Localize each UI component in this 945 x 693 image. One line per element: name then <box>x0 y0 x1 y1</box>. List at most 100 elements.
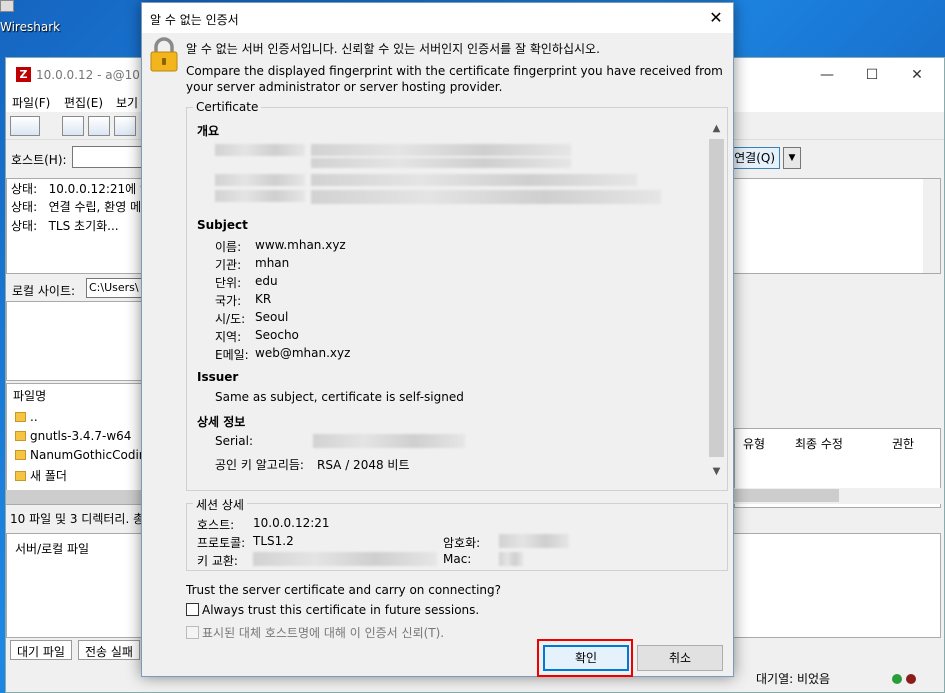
session-protocol-label: 프로토콜: <box>197 536 246 550</box>
trust-alt-host-checkbox <box>186 626 199 639</box>
close-icon[interactable]: ✕ <box>705 7 727 29</box>
toggle-local-tree-button[interactable] <box>88 116 110 136</box>
log-line: 상태: TLS 초기화... <box>11 219 119 233</box>
issuer-title: Issuer <box>197 370 239 384</box>
subject-org-value: mhan <box>255 256 290 270</box>
certificate-group: Certificate 개요 Subject 이름: www.mhan.xyz … <box>186 100 728 491</box>
minimize-icon[interactable]: — <box>818 66 836 84</box>
close-window-icon[interactable]: ✕ <box>908 66 926 84</box>
connection-led-icon <box>892 674 902 684</box>
redacted-cipher <box>499 534 569 548</box>
local-site-bar: 로컬 사이트: C:\Users\ <box>6 278 146 300</box>
toggle-log-button[interactable] <box>62 116 84 136</box>
site-manager-button[interactable] <box>10 116 40 136</box>
tab-queued-files[interactable]: 대기 파일 <box>10 640 72 660</box>
local-file-list: 파일명 .. gnutls-3.4.7-w64 NanumGothicCodin… <box>6 383 154 505</box>
certificate-legend: Certificate <box>193 100 262 114</box>
menu-edit[interactable]: 편집(E) <box>64 94 103 111</box>
trust-alt-host-label: 표시된 대체 호스트명에 대해 이 인증서 신뢰(T). <box>202 626 445 640</box>
list-item[interactable]: NanumGothicCoding <box>15 448 154 462</box>
public-key-label: 공인 키 알고리듬: <box>215 458 304 472</box>
modified-column-header[interactable]: 최종 수정 <box>795 435 843 452</box>
wireshark-desktop-icon[interactable] <box>0 0 14 12</box>
tab-failed-transfers[interactable]: 전송 실패 <box>78 640 140 660</box>
subject-unit-label: 단위: <box>215 276 242 290</box>
session-kex-label: 키 교환: <box>197 554 238 568</box>
redacted-text <box>311 190 661 204</box>
list-item[interactable]: .. <box>15 410 38 424</box>
log-line: 상태: 10.0.0.12:21에 연 <box>11 182 152 196</box>
quickconnect-button[interactable]: 연결(Q) <box>728 147 780 169</box>
menu-view[interactable]: 보기 <box>116 94 138 111</box>
menu-file[interactable]: 파일(F) <box>12 94 50 111</box>
lock-icon <box>150 37 178 72</box>
session-host-value: 10.0.0.12:21 <box>253 516 330 530</box>
wireshark-desktop-label: Wireshark <box>0 20 61 34</box>
dialog-title: 알 수 없는 인증서 <box>150 13 239 27</box>
scroll-thumb[interactable] <box>709 139 724 457</box>
host-input[interactable] <box>72 146 152 168</box>
permissions-column-header[interactable]: 권한 <box>892 435 914 452</box>
session-details-group: 세션 상세 호스트: 10.0.0.12:21 프로토콜: TLS1.2 키 교… <box>186 496 728 571</box>
quickconnect-dropdown-icon[interactable]: ▼ <box>783 147 801 169</box>
subject-title: Subject <box>197 218 248 232</box>
session-legend: 세션 상세 <box>193 496 247 513</box>
subject-unit-value: edu <box>255 274 278 288</box>
redacted-mac <box>499 552 523 566</box>
redacted-text <box>311 158 571 168</box>
session-protocol-value: TLS1.2 <box>253 534 294 548</box>
local-horizontal-scrollbar[interactable] <box>6 490 146 504</box>
serial-label: Serial: <box>215 434 253 448</box>
list-item[interactable]: gnutls-3.4.7-w64 <box>15 429 131 443</box>
subject-email-value: web@mhan.xyz <box>255 346 351 360</box>
queue-status: 대기열: 비었음 <box>756 672 831 686</box>
remote-scroll-thumb[interactable] <box>734 489 839 502</box>
subject-country-value: KR <box>255 292 272 306</box>
queue-column-header[interactable]: 서버/로컬 파일 <box>15 540 89 557</box>
redacted-text <box>215 144 305 156</box>
redacted-kex <box>253 552 437 566</box>
scroll-up-icon[interactable]: ▲ <box>708 120 725 137</box>
log-line: 상태: 연결 수립, 환영 메 <box>11 200 142 214</box>
subject-state-value: Seoul <box>255 310 289 324</box>
ok-button[interactable]: 확인 <box>543 645 629 671</box>
dialog-description: Compare the displayed fingerprint with t… <box>186 64 723 94</box>
trust-alt-host-checkbox-row: 표시된 대체 호스트명에 대해 이 인증서 신뢰(T). <box>186 624 444 641</box>
subject-locality-label: 지역: <box>215 330 242 344</box>
subject-name-value: www.mhan.xyz <box>255 238 346 252</box>
local-site-input[interactable]: C:\Users\ <box>86 278 146 298</box>
redacted-text <box>215 174 305 186</box>
overview-title: 개요 <box>197 124 220 138</box>
always-trust-label: Always trust this certificate in future … <box>202 603 480 617</box>
issuer-text: Same as subject, certificate is self-sig… <box>215 390 464 404</box>
always-trust-checkbox-row[interactable]: Always trust this certificate in future … <box>186 603 479 617</box>
subject-name-label: 이름: <box>215 240 242 254</box>
filezilla-title: 10.0.0.12 - a@10.0 <box>36 68 152 82</box>
certificate-details: 개요 Subject 이름: www.mhan.xyz 기관: mhan 단위:… <box>193 118 709 482</box>
filezilla-logo-icon: Z <box>16 67 31 82</box>
toggle-remote-tree-button[interactable] <box>114 116 136 136</box>
remote-horizontal-scrollbar[interactable] <box>734 488 941 504</box>
always-trust-checkbox[interactable] <box>186 603 199 616</box>
host-label: 호스트(H): <box>11 153 67 167</box>
cancel-button[interactable]: 취소 <box>637 645 723 671</box>
scroll-down-icon[interactable]: ▼ <box>708 463 725 480</box>
session-cipher-label: 암호화: <box>443 536 481 550</box>
maximize-icon[interactable]: ☐ <box>863 66 881 84</box>
list-item[interactable]: 새 폴더 <box>15 467 67 484</box>
type-column-header[interactable]: 유형 <box>743 435 765 452</box>
public-key-value: RSA / 2048 비트 <box>317 458 410 472</box>
local-directory-tree[interactable] <box>6 301 146 381</box>
folder-icon <box>15 431 26 441</box>
log-scrollbar[interactable] <box>923 179 940 273</box>
filename-column-header[interactable]: 파일명 <box>13 387 46 404</box>
session-mac-label: Mac: <box>443 552 472 566</box>
details-title: 상세 정보 <box>197 415 246 429</box>
certificate-scrollbar[interactable]: ▲ ▼ <box>708 120 725 480</box>
folder-icon <box>15 412 26 422</box>
folder-icon <box>15 450 26 460</box>
subject-email-label: E메일: <box>215 348 249 362</box>
local-site-label: 로컬 사이트: <box>12 284 76 298</box>
subject-state-label: 시/도: <box>215 312 246 326</box>
subject-country-label: 국가: <box>215 294 242 308</box>
